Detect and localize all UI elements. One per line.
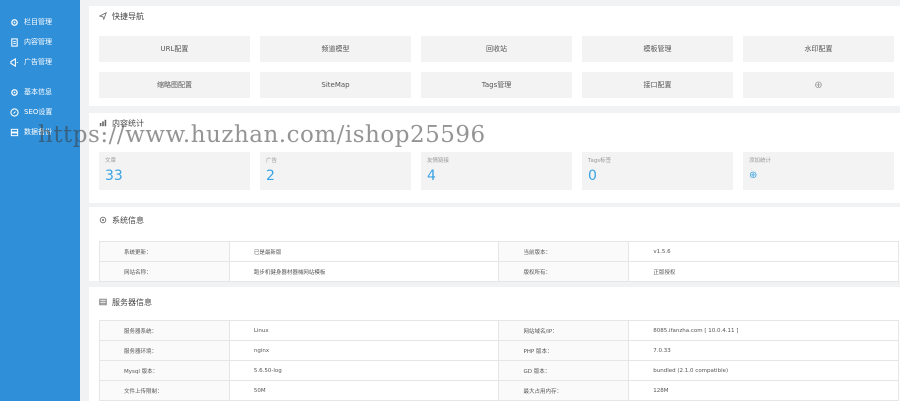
table-cell: bundled (2.1.0 compatible) <box>628 360 899 381</box>
sidebar-item-label: 基本信息 <box>24 88 52 96</box>
quick-nav-recycle-bin[interactable]: 回收站 <box>421 36 572 62</box>
table-cell: nginx <box>228 340 500 361</box>
table-cell: 50M <box>228 380 500 401</box>
stat-label: Tags标签 <box>588 158 612 164</box>
gear-icon <box>9 87 19 97</box>
sidebar-item-ads[interactable]: 广告管理 <box>0 52 80 72</box>
megaphone-icon <box>9 57 19 67</box>
stat-value: 4 <box>427 168 436 184</box>
stats-title-text: 内容统计 <box>112 118 144 128</box>
table-row: 系统更新： 已是最新版 当前版本： v1.5.6 <box>99 241 899 262</box>
sidebar-item-label: 栏目管理 <box>24 18 52 26</box>
chart-icon <box>99 119 108 128</box>
table-cell: 5.6.50-log <box>228 360 500 381</box>
database-icon <box>9 127 19 137</box>
table-cell: 服务器环境： <box>99 340 230 361</box>
stat-label: 广告 <box>266 158 278 164</box>
stat-articles[interactable]: 文章 33 <box>99 152 250 190</box>
system-info-table: 系统更新： 已是最新版 当前版本： v1.5.6 网站名称： 跑步机健身器材器械… <box>99 241 899 282</box>
server-icon <box>99 298 108 307</box>
sidebar-item-backup[interactable]: 数据备份 <box>0 122 80 142</box>
gear-icon <box>9 17 19 27</box>
stat-add-button[interactable]: 添加统计 ⊕ <box>743 152 894 190</box>
quick-nav-api-config[interactable]: 接口配置 <box>582 72 733 98</box>
table-cell: 跑步机健身器材器械网站模板 <box>228 261 500 282</box>
sidebar-item-label: 广告管理 <box>24 58 52 66</box>
server-info-table: 服务器系统： Linux 网站域名/IP： 8085.ifanzha.com [… <box>99 320 899 401</box>
quick-nav-tags-manage[interactable]: Tags管理 <box>421 72 572 98</box>
sidebar-item-seo[interactable]: SEO设置 <box>0 102 80 122</box>
table-cell: 版权所有： <box>498 261 630 282</box>
server-info-panel: 服务器信息 服务器系统： Linux 网站域名/IP： 8085.ifanzha… <box>89 287 900 401</box>
quick-nav-watermark-config[interactable]: 水印配置 <box>743 36 894 62</box>
table-cell: GD 版本： <box>498 360 630 381</box>
table-row: 服务器系统： Linux 网站域名/IP： 8085.ifanzha.com [… <box>99 320 899 341</box>
stats-panel: 内容统计 文章 33 广告 2 友情链接 4 Tags标签 0 添加统计 ⊕ <box>89 113 900 203</box>
quick-nav-thumbnail-config[interactable]: 缩略图配置 <box>99 72 250 98</box>
quick-nav-title: 快捷导航 <box>89 6 900 26</box>
table-cell: Linux <box>228 320 500 341</box>
table-cell: 最大占用内存： <box>498 380 630 401</box>
sidebar-item-label: 内容管理 <box>24 38 52 46</box>
table-cell: 128M <box>628 380 899 401</box>
table-cell: 正版授权 <box>628 261 899 282</box>
document-icon <box>9 37 19 47</box>
stat-value: 33 <box>105 168 123 184</box>
server-info-title: 服务器信息 <box>89 287 900 317</box>
system-info-title-text: 系统信息 <box>112 215 144 225</box>
quick-nav-add-button[interactable]: ⊕ <box>743 72 894 98</box>
sidebar-item-label: SEO设置 <box>24 108 53 116</box>
system-info-title: 系统信息 <box>89 207 900 233</box>
table-cell: 8085.ifanzha.com [ 10.0.4.11 ] <box>628 320 899 341</box>
table-row: 服务器环境： nginx PHP 版本： 7.0.33 <box>99 340 899 361</box>
stat-value: 2 <box>266 168 275 184</box>
sidebar-item-content[interactable]: 内容管理 <box>0 32 80 52</box>
quick-nav-url-config[interactable]: URL配置 <box>99 36 250 62</box>
server-info-title-text: 服务器信息 <box>112 297 152 307</box>
table-cell: 7.0.33 <box>628 340 899 361</box>
stat-ads[interactable]: 广告 2 <box>260 152 411 190</box>
table-cell: 网站名称： <box>99 261 230 282</box>
stat-tags[interactable]: Tags标签 0 <box>582 152 733 190</box>
quick-nav-channel-model[interactable]: 频道模型 <box>260 36 411 62</box>
table-cell: 系统更新： <box>99 241 230 262</box>
table-cell: 网站域名/IP： <box>498 320 630 341</box>
table-cell: PHP 版本： <box>498 340 630 361</box>
stat-label: 文章 <box>105 158 117 164</box>
quick-nav-panel: 快捷导航 URL配置 频道模型 回收站 模板管理 水印配置 缩略图配置 Site… <box>89 6 900 106</box>
send-icon <box>99 11 108 21</box>
table-cell: 当前版本： <box>498 241 630 262</box>
stat-label: 友情链接 <box>427 158 450 164</box>
add-circle-icon: ⊕ <box>749 170 758 181</box>
sidebar-item-columns[interactable]: 栏目管理 <box>0 12 80 32</box>
table-cell: 文件上传限制： <box>99 380 230 401</box>
sidebar-item-basic-info[interactable]: 基本信息 <box>0 82 80 102</box>
table-cell: 服务器系统： <box>99 320 230 341</box>
table-row: 文件上传限制： 50M 最大占用内存： 128M <box>99 380 899 401</box>
table-cell: Mysql 版本： <box>99 360 230 381</box>
table-cell: v1.5.6 <box>628 241 899 262</box>
main-content: 快捷导航 URL配置 频道模型 回收站 模板管理 水印配置 缩略图配置 Site… <box>89 0 900 401</box>
stats-title: 内容统计 <box>89 113 900 133</box>
stat-value: 0 <box>588 168 597 184</box>
sidebar-item-label: 数据备份 <box>24 128 52 136</box>
compass-icon <box>9 107 19 117</box>
sidebar: 栏目管理 内容管理 广告管理 基本信息 SEO设置 数据备份 <box>0 0 80 401</box>
quick-nav-sitemap[interactable]: SiteMap <box>260 72 411 98</box>
table-row: 网站名称： 跑步机健身器材器械网站模板 版权所有： 正版授权 <box>99 261 899 282</box>
table-cell: 已是最新版 <box>228 241 500 262</box>
quick-nav-title-text: 快捷导航 <box>112 11 144 21</box>
settings-icon <box>99 216 108 225</box>
table-row: Mysql 版本： 5.6.50-log GD 版本： bundled (2.1… <box>99 360 899 381</box>
system-info-panel: 系统信息 系统更新： 已是最新版 当前版本： v1.5.6 网站名称： 跑步机健… <box>89 207 900 282</box>
stat-links[interactable]: 友情链接 4 <box>421 152 572 190</box>
stat-label: 添加统计 <box>749 158 772 164</box>
quick-nav-template-manage[interactable]: 模板管理 <box>582 36 733 62</box>
